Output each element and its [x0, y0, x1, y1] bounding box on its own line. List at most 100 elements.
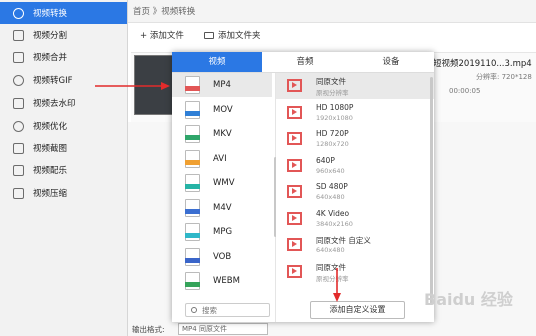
film-icon [287, 79, 302, 92]
format-item-webm[interactable]: WEBM [172, 269, 272, 293]
sidebar-item-label: 视频压缩 [33, 189, 68, 199]
output-format-select[interactable]: MP4 同原文件 [178, 323, 268, 335]
tab-device[interactable]: 设备 [348, 52, 434, 72]
film-icon [287, 238, 302, 251]
format-label: VOB [213, 251, 232, 262]
format-label: MOV [213, 104, 233, 115]
sidebar-item-video-optimize[interactable]: 视频优化 [0, 115, 127, 137]
format-item-vob[interactable]: VOB [172, 245, 272, 269]
output-format-label: 输出格式: [132, 325, 165, 334]
film-icon [287, 132, 302, 145]
add-folder-label: 添加文件夹 [218, 31, 261, 41]
search-placeholder: 搜索 [202, 305, 217, 315]
toolbar: + 添加文件 添加文件夹 [128, 23, 536, 49]
sidebar-item-video-music[interactable]: 视频配乐 [0, 159, 127, 181]
format-search-input[interactable]: 搜索 [185, 303, 270, 317]
sidebar-item-video-merge[interactable]: 视频合并 [0, 46, 127, 68]
add-file-button[interactable]: + 添加文件 [140, 28, 184, 42]
resolution-subtitle: 1280x720 [316, 140, 349, 148]
resolution-item[interactable]: SD 480P 640x480 [276, 179, 434, 205]
file-format-icon [185, 198, 200, 217]
resolution-title: 4K Video [316, 208, 350, 218]
format-label: MP4 [213, 80, 231, 90]
format-label: MKV [213, 129, 232, 139]
resolution-subtitle: 1920x1080 [316, 113, 353, 122]
merge-icon [13, 51, 24, 63]
sidebar-item-video-screenshot[interactable]: 视频截图 [0, 137, 127, 159]
resolution-title: 同原文件 [316, 77, 346, 86]
resolution-item[interactable]: HD 720P 1280x720 [276, 126, 434, 152]
film-icon [287, 105, 302, 119]
resolution-subtitle: 原视分辨率 [316, 89, 349, 97]
sidebar-item-label: 视频合并 [33, 53, 68, 63]
format-item-mpg[interactable]: MPG [172, 220, 272, 244]
resolution-title: 同原文件 自定义 [316, 236, 371, 245]
resolution-item[interactable]: 4K Video 3840x2160 [276, 206, 434, 232]
format-item-mov[interactable]: MOV [172, 98, 272, 122]
film-icon [287, 158, 302, 172]
optimize-icon [13, 120, 24, 132]
top-bar: 首页 》视频转换 [128, 0, 536, 23]
resolution-title: SD 480P [316, 182, 348, 191]
resolution-list: 同原文件 原视分辨率 HD 1080P 1920x1080 HD 720P 1280x72… [276, 73, 434, 322]
format-item-mp4[interactable]: MP4 [172, 73, 272, 97]
add-folder-button[interactable]: 添加文件夹 [204, 28, 261, 42]
sidebar-item-remove-watermark[interactable]: 视频去水印 [0, 92, 127, 114]
split-icon [13, 29, 24, 41]
file-resolution: 分辨率: 720*128 [476, 73, 532, 81]
format-list: MP4 MOV MKV AVI WMV M4V MPG VOB WEBM [172, 73, 276, 322]
tab-video[interactable]: 视频 [172, 52, 262, 72]
resolution-item[interactable]: 640P 960x640 [276, 153, 434, 179]
sidebar: 视频转换 视频分割 视频合并 视频转GIF 视频去水印 视频优化 视频截图 视频… [0, 0, 128, 336]
screenshot-icon [13, 142, 24, 154]
sidebar-item-label: 视频优化 [33, 122, 68, 132]
sidebar-item-video-to-gif[interactable]: 视频转GIF [0, 69, 127, 91]
sidebar-item-label: 视频截图 [33, 144, 68, 154]
format-label: M4V [213, 202, 232, 213]
file-format-icon [185, 223, 200, 241]
file-format-icon [185, 100, 200, 119]
resolution-subtitle: 960x640 [316, 166, 345, 175]
music-icon [13, 164, 24, 176]
resolution-subtitle: 640x480 [316, 193, 345, 201]
format-label: WEBM [213, 276, 240, 286]
resolution-item[interactable]: 同原文件 原视分辨率 [276, 73, 434, 99]
sidebar-item-video-compress[interactable]: 视频压缩 [0, 182, 127, 204]
sidebar-item-video-convert[interactable]: 视频转换 [0, 2, 127, 24]
format-item-m4v[interactable]: M4V [172, 196, 272, 220]
file-format-icon [185, 125, 200, 143]
sidebar-item-label: 视频配乐 [33, 166, 68, 176]
file-name: 短视频2019110...3.mp4 [433, 59, 532, 69]
resolution-subtitle: 3840x2160 [316, 219, 353, 228]
sidebar-item-video-split[interactable]: 视频分割 [0, 24, 127, 46]
file-format-icon [185, 149, 200, 168]
sidebar-item-label: 视频转换 [33, 9, 68, 19]
resolution-title: HD 1080P [316, 102, 354, 112]
resolution-item[interactable]: HD 1080P 1920x1080 [276, 100, 434, 126]
film-icon [287, 185, 302, 198]
sidebar-item-label: 视频分割 [33, 31, 68, 41]
sidebar-item-label: 视频转GIF [33, 76, 73, 86]
format-item-mkv[interactable]: MKV [172, 122, 272, 146]
compress-icon [13, 187, 24, 199]
convert-icon [13, 7, 24, 19]
format-item-wmv[interactable]: WMV [172, 171, 272, 195]
add-custom-setting-button[interactable]: 添加自定义设置 [310, 301, 405, 319]
file-format-icon [185, 76, 200, 94]
format-label: WMV [213, 178, 235, 188]
resolution-title: 同原文件 [316, 262, 346, 272]
format-item-avi[interactable]: AVI [172, 147, 272, 171]
watermark-logo: Baidu 经验 [424, 290, 513, 309]
search-icon [191, 307, 197, 313]
resolution-title: 640P [316, 155, 335, 165]
film-icon [287, 211, 302, 225]
resolution-item[interactable]: 同原文件 原视分辨率 [276, 259, 434, 285]
resolution-list-scrollbar[interactable] [430, 77, 433, 305]
resolution-item[interactable]: 同原文件 自定义 640x480 [276, 232, 434, 258]
format-label: MPG [213, 227, 233, 237]
sidebar-item-label: 视频去水印 [33, 99, 76, 109]
watermark-icon [13, 97, 24, 109]
tab-audio[interactable]: 音频 [262, 52, 348, 72]
resolution-subtitle: 640x480 [316, 246, 345, 254]
file-duration: 00:00:05 [449, 87, 481, 95]
